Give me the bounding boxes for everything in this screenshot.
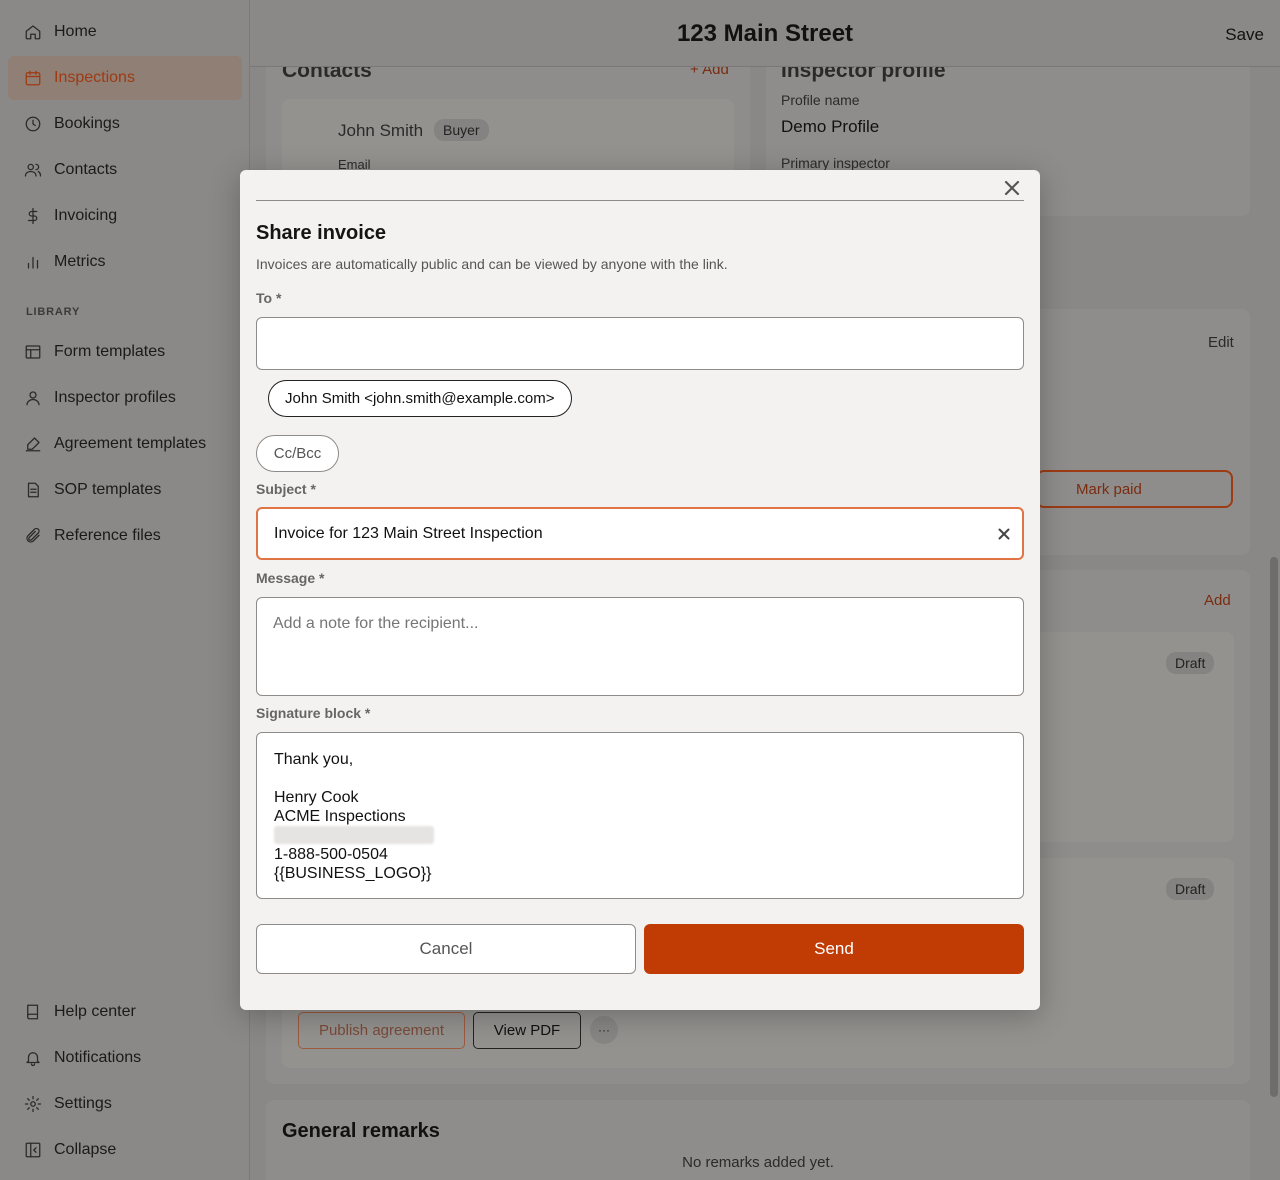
sidebar-item-label: Agreement templates xyxy=(54,435,207,452)
sidebar-item-notifications[interactable]: Notifications xyxy=(8,1036,242,1080)
save-button[interactable]: Save xyxy=(1225,25,1264,45)
page-header: 123 Main Street Save xyxy=(250,0,1280,67)
mark-paid-label: Mark paid xyxy=(1076,480,1142,498)
sidebar-item-reference-files[interactable]: Reference files xyxy=(8,514,242,558)
sidebar-item-help-center[interactable]: Help center xyxy=(8,990,242,1034)
general-remarks-card: General remarks No remarks added yet. xyxy=(266,1100,1250,1180)
profile-name-label: Profile name xyxy=(781,92,860,108)
modal-subtitle: Invoices are automatically public and ca… xyxy=(256,256,728,272)
redacted-line xyxy=(274,826,434,844)
user-icon xyxy=(24,389,42,407)
more-options-button[interactable]: ··· xyxy=(590,1016,618,1044)
modal-title: Share invoice xyxy=(256,222,387,244)
home-icon xyxy=(24,23,42,41)
signature-logo-placeholder: {{BUSINESS_LOGO}} xyxy=(274,865,432,882)
sidebar-item-invoicing[interactable]: Invoicing xyxy=(8,194,242,238)
sidebar: Home Inspections Bookings Contacts Invoi… xyxy=(0,0,250,1180)
recipient-chip[interactable]: John Smith <john.smith@example.com> xyxy=(268,380,572,417)
inspector-profile-title: Inspector profile xyxy=(781,67,946,82)
book-icon xyxy=(24,1003,42,1021)
remarks-empty-text: No remarks added yet. xyxy=(682,1154,834,1171)
sidebar-item-sop-templates[interactable]: SOP templates xyxy=(8,468,242,512)
mark-paid-button[interactable]: Mark paid xyxy=(1036,470,1233,508)
sidebar-item-label: SOP templates xyxy=(54,481,162,498)
sidebar-item-form-templates[interactable]: Form templates xyxy=(8,330,242,374)
clear-icon[interactable] xyxy=(998,527,1010,540)
calendar-icon xyxy=(24,69,42,87)
sidebar-item-inspector-profiles[interactable]: Inspector profiles xyxy=(8,376,242,420)
draft-badge: Draft xyxy=(1166,652,1215,674)
collapse-icon xyxy=(24,1141,42,1159)
signature-icon xyxy=(24,435,42,453)
add-agreement-button[interactable]: Add xyxy=(1204,592,1231,609)
page-title: 123 Main Street xyxy=(676,20,854,47)
sidebar-item-label: Contacts xyxy=(54,161,118,178)
cancel-button[interactable]: Cancel xyxy=(256,924,636,974)
contacts-add-button[interactable]: + Add xyxy=(690,67,729,78)
signature-company: ACME Inspections xyxy=(274,808,406,825)
contacts-title: Contacts xyxy=(282,67,372,82)
subject-field-wrapper xyxy=(256,507,1024,560)
sidebar-item-settings[interactable]: Settings xyxy=(8,1082,242,1126)
signature-line: Thank you, xyxy=(274,751,354,768)
clock-icon xyxy=(24,115,42,133)
message-textarea[interactable] xyxy=(256,597,1024,696)
sidebar-item-collapse[interactable]: Collapse xyxy=(8,1128,242,1172)
sidebar-item-label: Home xyxy=(54,23,97,40)
cc-bcc-button[interactable]: Cc/Bcc xyxy=(256,435,339,472)
sidebar-item-label: Form templates xyxy=(54,343,166,360)
layout-icon xyxy=(24,343,42,361)
signature-name: Henry Cook xyxy=(274,789,359,806)
sidebar-item-label: Bookings xyxy=(54,115,120,132)
close-icon[interactable] xyxy=(1002,178,1022,198)
share-invoice-modal: Share invoice Invoices are automatically… xyxy=(240,170,1040,1010)
signature-label: Signature block * xyxy=(256,705,371,721)
sidebar-item-agreement-templates[interactable]: Agreement templates xyxy=(8,422,242,466)
message-label: Message * xyxy=(256,570,325,586)
subject-label: Subject * xyxy=(256,481,316,497)
contact-role-badge: Buyer xyxy=(434,119,489,141)
sidebar-item-label: Collapse xyxy=(54,1141,117,1158)
view-pdf-button[interactable]: View PDF xyxy=(473,1012,581,1049)
draft-badge: Draft xyxy=(1166,878,1215,900)
sidebar-item-label: Metrics xyxy=(54,253,106,270)
dollar-icon xyxy=(24,207,42,225)
scrollbar[interactable] xyxy=(1270,557,1278,1097)
sidebar-item-bookings[interactable]: Bookings xyxy=(8,102,242,146)
sidebar-item-label: Help center xyxy=(54,1003,136,1020)
sidebar-item-metrics[interactable]: Metrics xyxy=(8,240,242,284)
general-remarks-title: General remarks xyxy=(282,1120,440,1142)
modal-divider xyxy=(256,200,1024,201)
recipient-chip-label: John Smith <john.smith@example.com> xyxy=(285,390,555,407)
bar-chart-icon xyxy=(24,253,42,271)
sidebar-item-home[interactable]: Home xyxy=(8,10,242,54)
publish-agreement-button[interactable]: Publish agreement xyxy=(298,1012,465,1049)
sidebar-item-label: Reference files xyxy=(54,527,161,544)
sidebar-item-contacts[interactable]: Contacts xyxy=(8,148,242,192)
edit-invoice-button[interactable]: Edit xyxy=(1208,334,1234,351)
profile-name-value: Demo Profile xyxy=(781,117,880,136)
signature-phone: 1-888-500-0504 xyxy=(274,846,388,863)
to-input[interactable] xyxy=(256,317,1024,370)
contact-name: John Smith xyxy=(338,121,424,140)
bell-icon xyxy=(24,1049,42,1067)
to-label: To * xyxy=(256,290,282,306)
sidebar-item-label: Inspections xyxy=(54,69,135,86)
subject-input[interactable] xyxy=(274,509,994,558)
send-button[interactable]: Send xyxy=(644,924,1024,974)
users-icon xyxy=(24,161,42,179)
sidebar-item-label: Invoicing xyxy=(54,207,118,224)
gear-icon xyxy=(24,1095,42,1113)
signature-textarea[interactable]: Thank you, Henry Cook ACME Inspections 1… xyxy=(256,732,1024,899)
sidebar-item-inspections[interactable]: Inspections xyxy=(8,56,242,100)
primary-inspector-label: Primary inspector xyxy=(781,155,890,171)
sidebar-item-label: Settings xyxy=(54,1095,112,1112)
sidebar-item-label: Inspector profiles xyxy=(54,389,176,406)
library-section-label: LIBRARY xyxy=(26,306,81,318)
sidebar-item-label: Notifications xyxy=(54,1049,142,1066)
file-icon xyxy=(24,481,42,499)
paperclip-icon xyxy=(24,527,42,545)
